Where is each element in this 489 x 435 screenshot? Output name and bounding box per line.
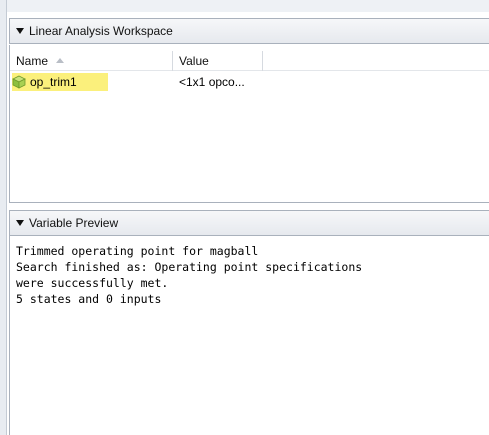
- workspace-panel-title: Linear Analysis Workspace: [29, 24, 173, 38]
- left-border-strip: [0, 0, 7, 435]
- workspace-table: Name Value op_trim1 <1x1 opco...: [9, 45, 489, 203]
- table-row[interactable]: op_trim1 <1x1 opco...: [10, 73, 489, 91]
- value-column-label: Value: [179, 54, 209, 68]
- collapse-triangle-icon[interactable]: [16, 220, 24, 226]
- preview-line: 5 states and 0 inputs: [16, 292, 162, 306]
- preview-line: Search finished as: Operating point spec…: [16, 260, 363, 274]
- linear-analysis-panel: Linear Analysis Workspace Name Value op_…: [0, 0, 489, 435]
- top-border-strip: [7, 0, 489, 12]
- collapse-triangle-icon[interactable]: [16, 28, 24, 34]
- preview-panel-title: Variable Preview: [29, 216, 119, 230]
- value-cell: <1x1 opco...: [179, 75, 245, 89]
- operating-point-cube-icon: [12, 75, 26, 89]
- selected-name-highlight[interactable]: op_trim1: [12, 73, 108, 91]
- variable-preview-area: Trimmed operating point for magball Sear…: [9, 236, 489, 435]
- preview-panel-header[interactable]: Variable Preview: [9, 210, 489, 236]
- preview-line: were successfully met.: [16, 276, 169, 290]
- sort-ascending-icon: [56, 58, 65, 63]
- preview-line: Trimmed operating point for magball: [16, 244, 259, 258]
- variable-name: op_trim1: [30, 75, 77, 89]
- table-header-row: Name Value: [10, 51, 489, 71]
- value-column-header[interactable]: Value: [173, 51, 263, 71]
- name-column-header[interactable]: Name: [10, 51, 173, 71]
- name-cell[interactable]: op_trim1: [10, 73, 173, 91]
- name-column-label: Name: [16, 54, 49, 68]
- workspace-panel-header[interactable]: Linear Analysis Workspace: [9, 18, 489, 44]
- preview-text: Trimmed operating point for magball Sear…: [16, 243, 489, 307]
- empty-column-header: [263, 51, 489, 71]
